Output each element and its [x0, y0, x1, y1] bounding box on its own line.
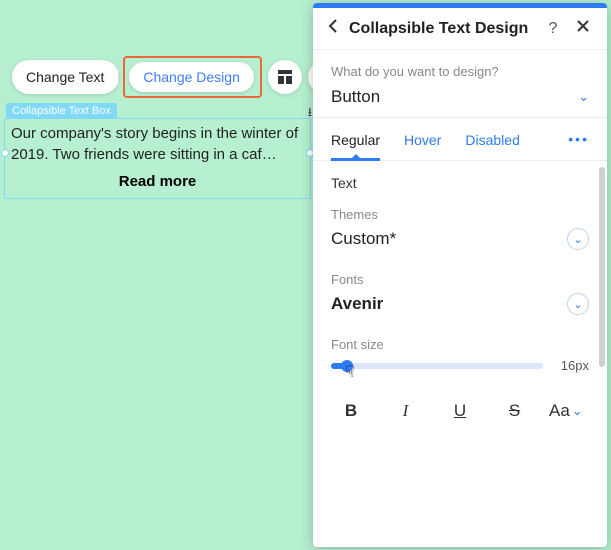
tab-hover[interactable]: Hover — [404, 118, 441, 160]
slider-thumb[interactable] — [341, 360, 353, 372]
layout-icon — [277, 69, 293, 85]
chevron-down-icon: ⌄ — [578, 89, 589, 105]
font-size-field: Font size 16px ☟ — [331, 337, 589, 373]
themes-label: Themes — [331, 207, 589, 222]
panel-scroll-area: Text Themes Custom* ⌄ Fonts Avenir — [313, 161, 607, 547]
fonts-expand-button[interactable]: ⌄ — [567, 293, 589, 315]
close-button[interactable] — [573, 19, 593, 38]
resize-handle-left[interactable] — [1, 149, 9, 157]
download-icon: ⭳ — [308, 103, 312, 124]
themes-expand-button[interactable]: ⌄ — [567, 228, 589, 250]
layout-icon-button[interactable] — [268, 60, 302, 94]
element-toolbar: Change Text Change Design — [12, 56, 342, 98]
chevron-down-icon: ⌄ — [572, 403, 583, 419]
design-panel: Collapsible Text Design ? What do you wa… — [313, 3, 607, 547]
font-size-label: Font size — [331, 337, 589, 352]
element-type-label: Collapsible Text Box — [6, 103, 117, 119]
chevron-down-icon: ⌄ — [573, 298, 582, 311]
font-size-slider[interactable] — [331, 363, 543, 369]
chevron-left-icon — [327, 18, 339, 34]
italic-button[interactable]: I — [386, 401, 426, 421]
read-more-button[interactable]: Read more — [5, 167, 310, 198]
fonts-label: Fonts — [331, 272, 589, 287]
help-button[interactable]: ? — [543, 20, 563, 38]
panel-title: Collapsible Text Design — [349, 20, 533, 38]
tab-disabled[interactable]: Disabled — [465, 118, 519, 160]
panel-header: Collapsible Text Design ? — [313, 8, 607, 50]
underline-button[interactable]: U — [440, 401, 480, 421]
strike-glyph: S — [509, 401, 520, 420]
state-tabs: Regular Hover Disabled ••• — [313, 118, 607, 161]
bold-button[interactable]: B — [331, 401, 371, 421]
design-target-label: What do you want to design? — [331, 64, 589, 79]
case-glyph: Aa — [549, 401, 570, 421]
change-design-highlight: Change Design — [123, 56, 262, 98]
chevron-down-icon: ⌄ — [573, 233, 582, 246]
text-format-row: B I U S Aa ⌄ — [331, 395, 589, 421]
text-case-button[interactable]: Aa ⌄ — [549, 401, 589, 421]
toolbar-pill: Change Text — [12, 60, 119, 94]
back-button[interactable] — [327, 18, 339, 39]
themes-field: Themes Custom* ⌄ — [331, 207, 589, 250]
change-design-button[interactable]: Change Design — [129, 62, 254, 92]
scrollbar[interactable] — [599, 167, 605, 541]
collapsible-text-content: Our company's story begins in the winter… — [5, 119, 310, 167]
close-icon — [576, 19, 590, 33]
design-target-section: What do you want to design? Button ⌄ — [313, 50, 607, 118]
fonts-value: Avenir — [331, 294, 383, 314]
text-group-title: Text — [331, 175, 589, 191]
collapsible-text-box[interactable]: ⭳ Our company's story begins in the wint… — [4, 118, 311, 199]
editor-canvas: Change Text Change Design Collapsible Te… — [0, 0, 611, 550]
scrollbar-thumb[interactable] — [599, 167, 605, 367]
themes-value: Custom* — [331, 229, 396, 249]
change-text-button[interactable]: Change Text — [12, 69, 119, 85]
strikethrough-button[interactable]: S — [495, 401, 535, 421]
underline-glyph: U — [454, 401, 466, 420]
design-target-dropdown[interactable]: Button ⌄ — [331, 87, 589, 107]
tab-regular[interactable]: Regular — [331, 118, 380, 160]
font-size-value: 16px — [555, 358, 589, 373]
design-target-value: Button — [331, 87, 380, 107]
tabs-more-button[interactable]: ••• — [568, 131, 589, 147]
fonts-field: Fonts Avenir ⌄ — [331, 272, 589, 315]
